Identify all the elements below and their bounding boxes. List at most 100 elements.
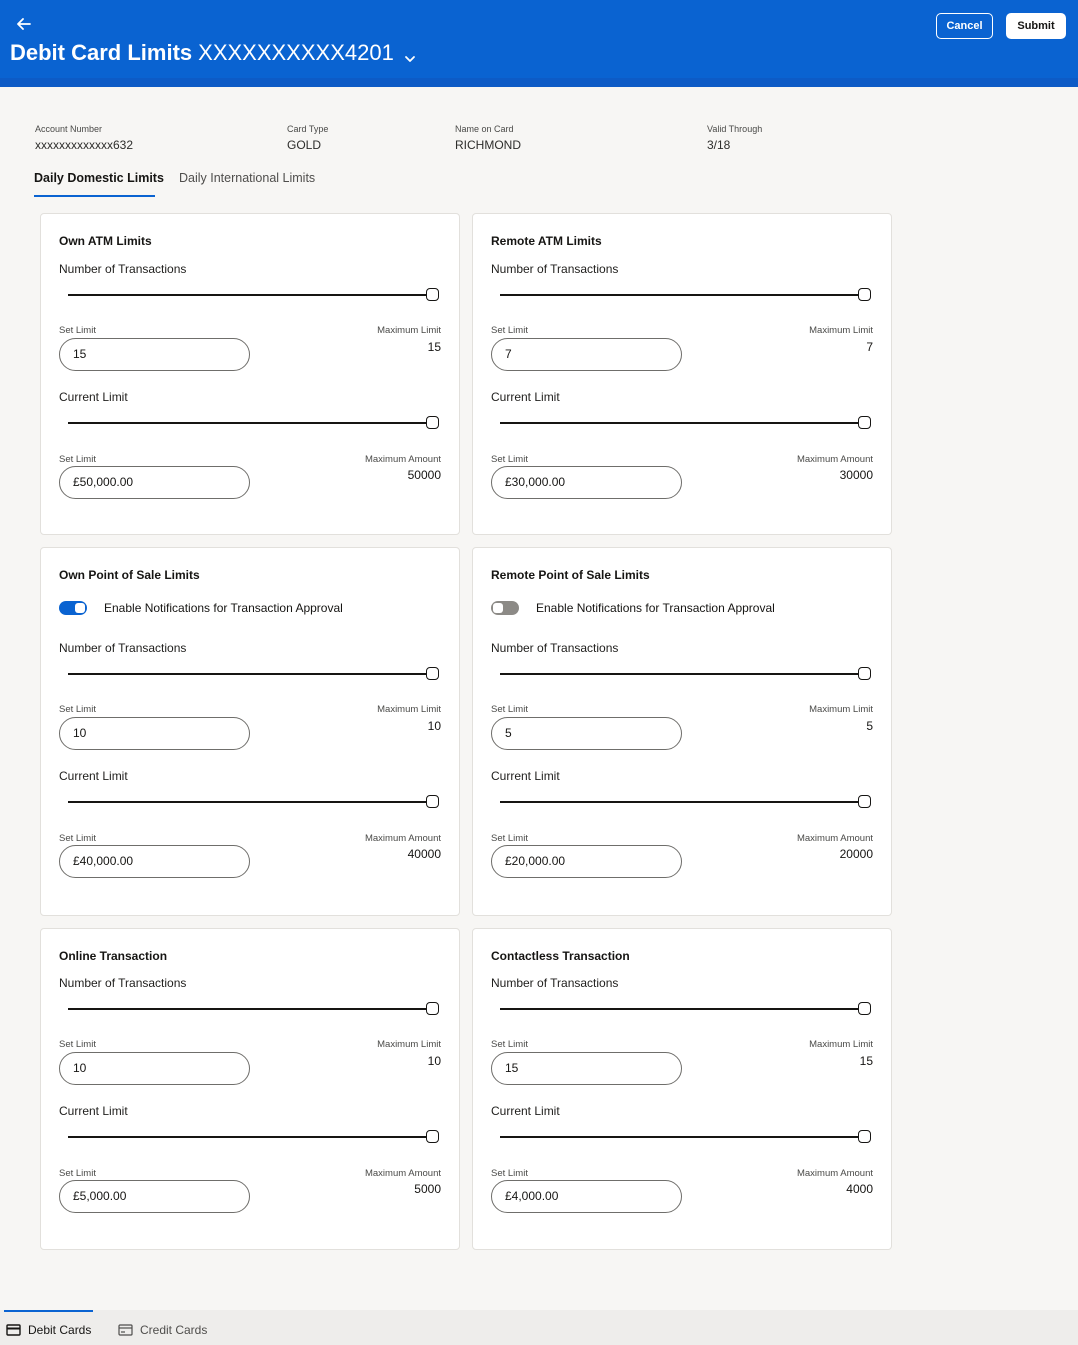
transactions-slider-thumb[interactable]	[426, 1002, 439, 1015]
current-limit-label: Current Limit	[491, 1104, 560, 1118]
amount-set-limit-input[interactable]: £40,000.00	[59, 845, 250, 878]
amount-set-limit-input[interactable]: £30,000.00	[491, 466, 682, 499]
card-type-info: Card Type GOLD	[287, 123, 328, 153]
maximum-amount-label: Maximum Amount	[364, 454, 441, 465]
amount-slider-track[interactable]	[68, 422, 427, 424]
transactions-set-limit-input[interactable]: 10	[59, 717, 250, 750]
maximum-limit-value: 5	[866, 719, 873, 733]
cancel-button[interactable]: Cancel	[936, 13, 993, 39]
set-limit-label: Set Limit	[59, 1168, 96, 1179]
amount-slider-thumb[interactable]	[426, 416, 439, 429]
card-title: Own ATM Limits	[59, 234, 152, 248]
amount-slider-track[interactable]	[500, 422, 859, 424]
maximum-limit-label: Maximum Limit	[377, 704, 441, 715]
back-arrow-icon[interactable]	[12, 12, 36, 36]
transactions-slider-track[interactable]	[68, 294, 427, 296]
name-on-card-value: RICHMOND	[455, 138, 521, 152]
transactions-set-limit-input[interactable]: 5	[491, 717, 682, 750]
number-of-transactions-label: Number of Transactions	[59, 976, 187, 990]
card-title: Own Point of Sale Limits	[59, 568, 200, 582]
remote-pos-limits-card: Remote Point of Sale Limits Enable Notif…	[472, 547, 892, 916]
nav-debit-cards[interactable]: Debit Cards	[6, 1322, 91, 1338]
name-on-card-label: Name on Card	[455, 124, 514, 134]
maximum-limit-value: 10	[427, 1054, 441, 1068]
amount-slider-track[interactable]	[68, 1136, 427, 1138]
active-nav-indicator	[4, 1310, 93, 1312]
active-tab-indicator	[34, 195, 155, 197]
amount-slider-track[interactable]	[500, 801, 859, 803]
tab-daily-domestic-limits[interactable]: Daily Domestic Limits	[34, 170, 164, 186]
nav-debit-cards-label: Debit Cards	[28, 1323, 92, 1337]
maximum-amount-value: 40000	[407, 847, 441, 861]
transactions-slider-track[interactable]	[500, 673, 859, 675]
amount-slider-thumb[interactable]	[858, 1130, 871, 1143]
current-limit-label: Current Limit	[491, 769, 560, 783]
transactions-slider-track[interactable]	[500, 1008, 859, 1010]
tab-daily-international-limits[interactable]: Daily International Limits	[179, 170, 315, 186]
card-title: Online Transaction	[59, 949, 168, 963]
own-pos-limits-card: Own Point of Sale Limits Enable Notifica…	[40, 547, 460, 916]
maximum-amount-value: 20000	[839, 847, 873, 861]
amount-set-limit-input[interactable]: £50,000.00	[59, 466, 250, 499]
notification-toggle[interactable]	[491, 601, 519, 615]
set-limit-label: Set Limit	[491, 1039, 528, 1050]
transactions-slider-thumb[interactable]	[858, 667, 871, 680]
transactions-set-limit-input[interactable]: 15	[59, 338, 250, 371]
remote-atm-limits-card: Remote ATM Limits Number of Transactions…	[472, 213, 892, 535]
amount-slider-track[interactable]	[500, 1136, 859, 1138]
amount-set-limit-input[interactable]: £5,000.00	[59, 1180, 250, 1213]
amount-slider-thumb[interactable]	[426, 1130, 439, 1143]
notification-toggle-label: Enable Notifications for Transaction App…	[104, 601, 343, 615]
amount-set-limit-input[interactable]: £4,000.00	[491, 1180, 682, 1213]
amount-set-limit-input[interactable]: £20,000.00	[491, 845, 682, 878]
header-divider	[0, 78, 1078, 87]
online-transaction-card: Online Transaction Number of Transaction…	[40, 928, 460, 1250]
maximum-limit-label: Maximum Limit	[377, 1039, 441, 1050]
name-on-card-info: Name on Card RICHMOND	[455, 123, 521, 153]
nav-credit-cards[interactable]: Credit Cards	[118, 1322, 207, 1338]
debit-card-icon	[6, 1324, 21, 1336]
transactions-slider-track[interactable]	[68, 673, 427, 675]
valid-through-value: 3/18	[707, 138, 731, 152]
maximum-limit-label: Maximum Limit	[809, 704, 873, 715]
maximum-limit-label: Maximum Limit	[809, 325, 873, 336]
chevron-down-icon[interactable]	[402, 45, 418, 62]
page-title[interactable]: Debit Card Limits XXXXXXXXXX4201	[10, 38, 418, 68]
card-number-selector[interactable]: XXXXXXXXXX4201	[198, 38, 394, 68]
transactions-slider-thumb[interactable]	[858, 288, 871, 301]
set-limit-label: Set Limit	[491, 833, 528, 844]
transactions-slider-thumb[interactable]	[858, 1002, 871, 1015]
set-limit-label: Set Limit	[59, 325, 96, 336]
maximum-amount-label: Maximum Amount	[796, 833, 873, 844]
amount-slider-thumb[interactable]	[858, 795, 871, 808]
card-title: Remote ATM Limits	[491, 234, 602, 248]
set-limit-label: Set Limit	[59, 1039, 96, 1050]
maximum-amount-label: Maximum Amount	[364, 833, 441, 844]
credit-card-icon	[118, 1324, 133, 1336]
submit-button[interactable]: Submit	[1006, 13, 1066, 39]
set-limit-label: Set Limit	[59, 454, 96, 465]
number-of-transactions-label: Number of Transactions	[491, 976, 619, 990]
toggle-knob	[75, 603, 85, 613]
transactions-slider-thumb[interactable]	[426, 288, 439, 301]
current-limit-label: Current Limit	[59, 1104, 128, 1118]
maximum-amount-label: Maximum Amount	[796, 1168, 873, 1179]
transactions-slider-track[interactable]	[500, 294, 859, 296]
set-limit-label: Set Limit	[491, 704, 528, 715]
maximum-limit-value: 10	[427, 719, 441, 733]
maximum-limit-label: Maximum Limit	[377, 325, 441, 336]
notification-toggle[interactable]	[59, 601, 87, 615]
transactions-slider-track[interactable]	[68, 1008, 427, 1010]
amount-slider-thumb[interactable]	[858, 416, 871, 429]
transactions-set-limit-input[interactable]: 7	[491, 338, 682, 371]
transactions-set-limit-input[interactable]: 15	[491, 1052, 682, 1085]
set-limit-label: Set Limit	[491, 454, 528, 465]
number-of-transactions-label: Number of Transactions	[59, 641, 187, 655]
amount-slider-thumb[interactable]	[426, 795, 439, 808]
maximum-limit-value: 7	[866, 340, 873, 354]
page-title-text: Debit Card Limits	[10, 40, 193, 65]
transactions-slider-thumb[interactable]	[426, 667, 439, 680]
valid-through-label: Valid Through	[707, 124, 763, 134]
amount-slider-track[interactable]	[68, 801, 427, 803]
transactions-set-limit-input[interactable]: 10	[59, 1052, 250, 1085]
